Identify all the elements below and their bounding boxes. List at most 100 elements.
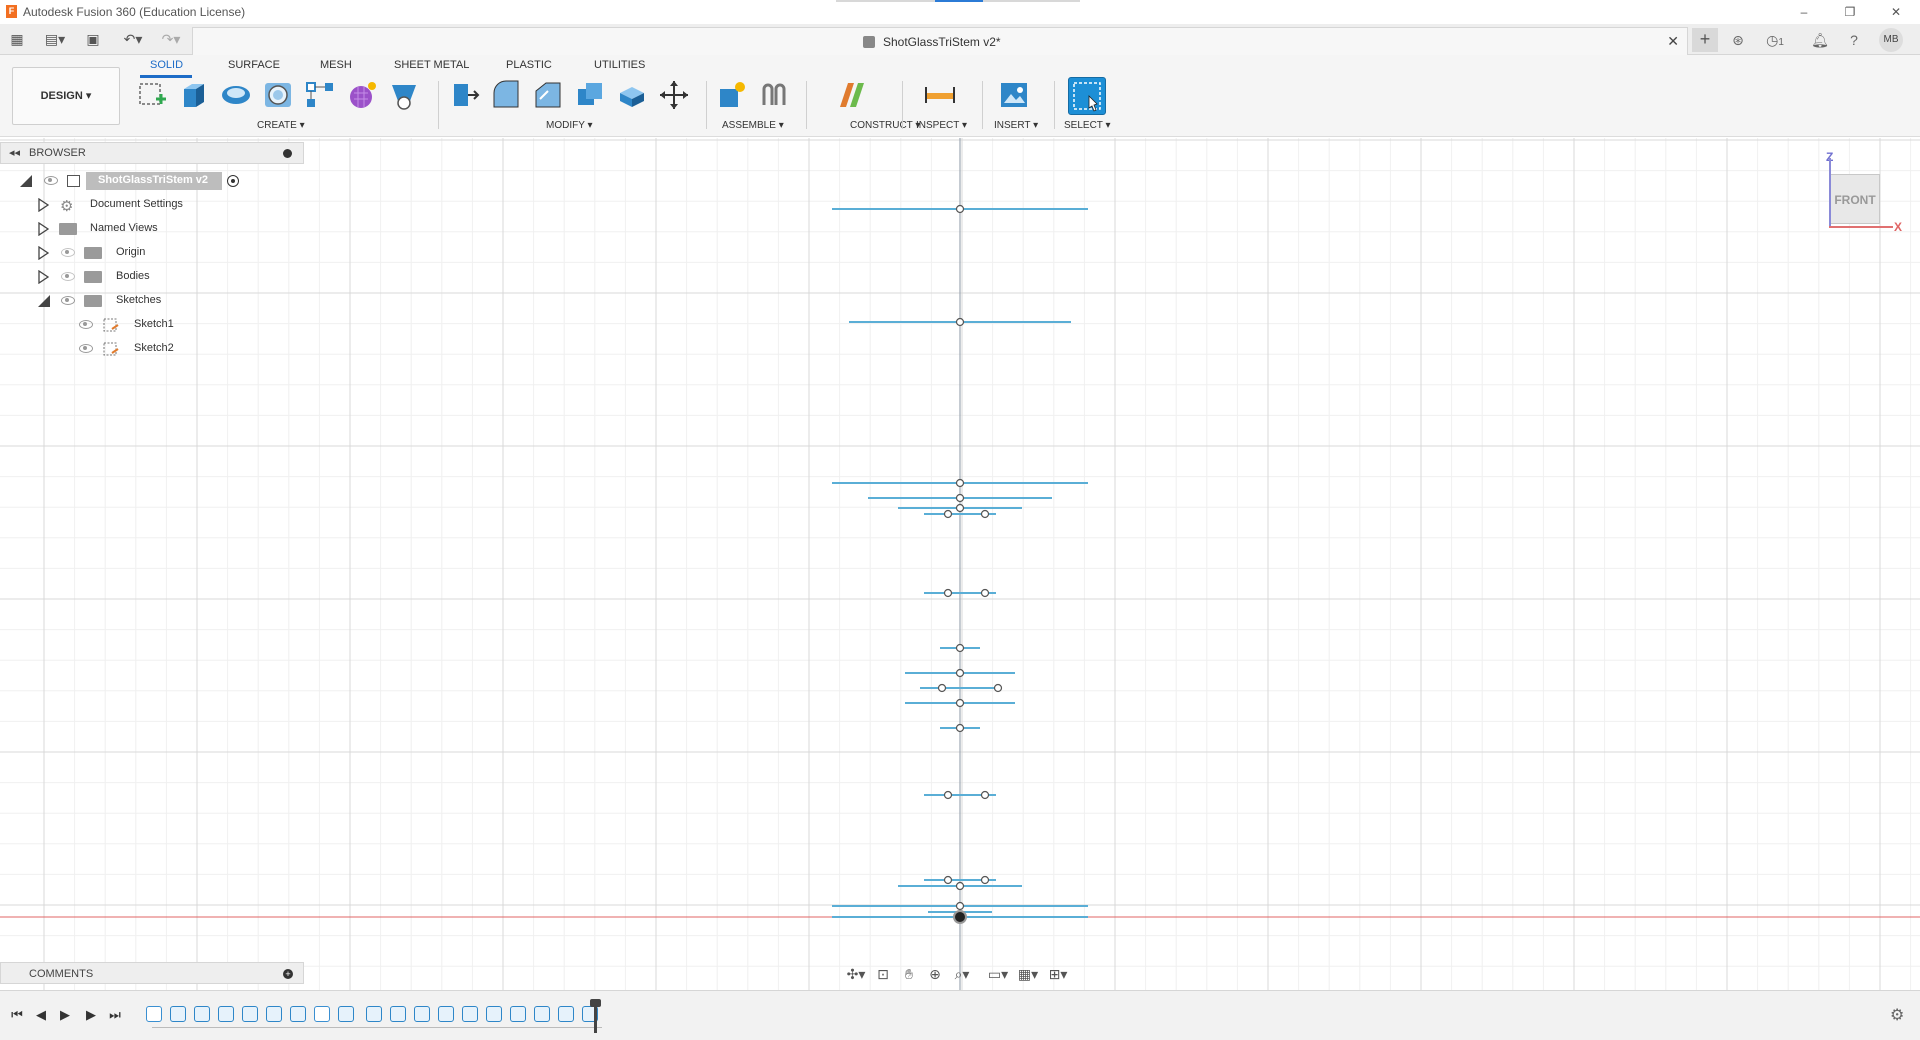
timeline-feature-icon[interactable] [414,1006,430,1022]
timeline-feature-icon[interactable] [486,1006,502,1022]
timeline-feature-icon[interactable] [170,1006,186,1022]
document-tab[interactable]: ShotGlassTriStem v2* ✕ [192,27,1688,55]
construct-menu[interactable]: CONSTRUCT ▾ [850,120,920,131]
insert-image-icon[interactable] [998,79,1030,111]
user-avatar[interactable]: MB [1879,28,1903,52]
modify-menu[interactable]: MODIFY ▾ [546,120,593,131]
tab-mesh[interactable]: MESH [320,59,352,71]
view-cube[interactable]: FRONT [1830,174,1880,224]
pan-hand-icon[interactable]: ✋︎ [898,964,920,984]
display-settings-icon[interactable]: ▭▾ [984,964,1012,984]
go-to-end-icon[interactable]: ⏭ [106,1006,124,1024]
visibility-eye-icon[interactable] [61,296,75,305]
extensions-icon[interactable]: ⊛ [1728,30,1748,50]
tree-item-sketch1[interactable]: Sketch1 [0,315,304,335]
file-menu-icon[interactable]: ▤▾ [40,29,70,49]
insert-menu[interactable]: INSERT ▾ [994,120,1038,131]
expand-arrow-icon[interactable] [38,222,50,236]
save-icon[interactable]: ▣ [84,29,102,49]
job-status-icon[interactable]: ◷1 [1760,30,1790,50]
inspect-menu[interactable]: INSPECT ▾ [916,120,967,131]
tab-utilities[interactable]: UTILITIES [594,59,645,71]
visibility-eye-icon[interactable] [79,320,93,329]
shell-icon[interactable] [574,79,606,111]
maximize-button[interactable]: ❐ [1830,2,1870,22]
new-tab-button[interactable]: + [1692,28,1718,52]
timeline-feature-icon[interactable] [366,1006,382,1022]
browser-pin-icon[interactable] [283,149,292,158]
viewports-icon[interactable]: ⊞▾ [1044,964,1072,984]
select-menu[interactable]: SELECT ▾ [1064,120,1111,131]
go-to-start-icon[interactable]: ⏮ [8,1006,26,1024]
hidden-eye-icon[interactable] [61,248,75,257]
collapse-arrow-icon[interactable] [38,295,50,307]
timeline-feature-icon[interactable] [510,1006,526,1022]
timeline-feature-icon[interactable] [290,1006,306,1022]
grid-settings-icon[interactable]: ▦▾ [1014,964,1042,984]
redo-icon[interactable]: ↷▾ [156,29,186,49]
timeline-marker[interactable] [590,999,601,1033]
step-back-icon[interactable]: ◀ [32,1006,50,1024]
collapse-root-icon[interactable] [20,175,32,187]
expand-arrow-icon[interactable] [38,198,50,212]
activate-radio-icon[interactable] [227,175,239,187]
apps-grid-icon[interactable]: ▦ [8,29,26,49]
timeline-feature-icon[interactable] [266,1006,282,1022]
add-comment-icon[interactable]: + [283,969,293,979]
comments-panel-header[interactable]: COMMENTS + [0,962,304,984]
timeline-feature-icon[interactable] [558,1006,574,1022]
timeline-settings-gear-icon[interactable]: ⚙ [1890,1005,1904,1025]
create-menu[interactable]: CREATE ▾ [257,120,305,131]
orbit-icon[interactable]: ✣▾ [842,964,870,984]
step-forward-icon[interactable]: ▶ [82,1006,100,1024]
tab-surface[interactable]: SURFACE [228,59,280,71]
tree-item-sketch2[interactable]: Sketch2 [0,339,304,359]
tab-sheet-metal[interactable]: SHEET METAL [394,59,469,71]
derive-icon[interactable] [388,79,420,111]
timeline-feature-icon[interactable] [534,1006,550,1022]
hidden-eye-icon[interactable] [61,272,75,281]
move-copy-icon[interactable] [658,79,690,111]
workspace-switcher[interactable]: DESIGN ▾ [12,67,120,125]
tree-item-named-views[interactable]: Named Views [0,219,304,239]
fillet-icon[interactable] [490,79,522,111]
offset-plane-icon[interactable] [836,79,868,111]
chamfer-icon[interactable] [532,79,564,111]
minimize-button[interactable]: – [1784,2,1824,22]
collapse-browser-icon[interactable]: ◂◂ [9,146,20,159]
tree-item-origin[interactable]: Origin [0,243,304,263]
timeline-feature-icon[interactable] [438,1006,454,1022]
select-tool-icon[interactable] [1068,77,1106,115]
timeline-feature-icon[interactable] [218,1006,234,1022]
tab-solid[interactable]: SOLID [150,59,183,71]
press-pull-icon[interactable] [448,79,480,111]
pattern-icon[interactable] [304,79,336,111]
hole-icon[interactable] [262,79,294,111]
viewport-canvas[interactable] [0,138,1920,990]
close-window-button[interactable]: ✕ [1876,2,1916,22]
look-at-icon[interactable]: ⊡ [872,964,894,984]
timeline-feature-icon[interactable] [390,1006,406,1022]
create-sketch-icon[interactable] [136,79,168,111]
notifications-bell-icon[interactable]: 🔔︎ [1810,30,1830,50]
extrude-icon[interactable] [178,79,210,111]
timeline-feature-icon[interactable] [314,1006,330,1022]
expand-arrow-icon[interactable] [38,270,50,284]
joint-icon[interactable] [758,79,790,111]
create-form-icon[interactable] [346,79,378,111]
tree-item-bodies[interactable]: Bodies [0,267,304,287]
play-icon[interactable]: ▶ [56,1006,74,1024]
timeline-feature-icon[interactable] [338,1006,354,1022]
undo-icon[interactable]: ↶▾ [118,29,148,49]
timeline-feature-icon[interactable] [194,1006,210,1022]
new-component-icon[interactable] [716,79,748,111]
combine-icon[interactable] [616,79,648,111]
tree-item-sketches[interactable]: Sketches [0,291,304,311]
timeline-feature-icon[interactable] [146,1006,162,1022]
tree-item-document-settings[interactable]: ⚙ Document Settings [0,195,304,215]
visibility-eye-icon[interactable] [79,344,93,353]
fit-window-icon[interactable]: ⌕▾ [948,964,976,984]
expand-arrow-icon[interactable] [38,246,50,260]
assemble-menu[interactable]: ASSEMBLE ▾ [722,120,784,131]
timeline-feature-icon[interactable] [462,1006,478,1022]
